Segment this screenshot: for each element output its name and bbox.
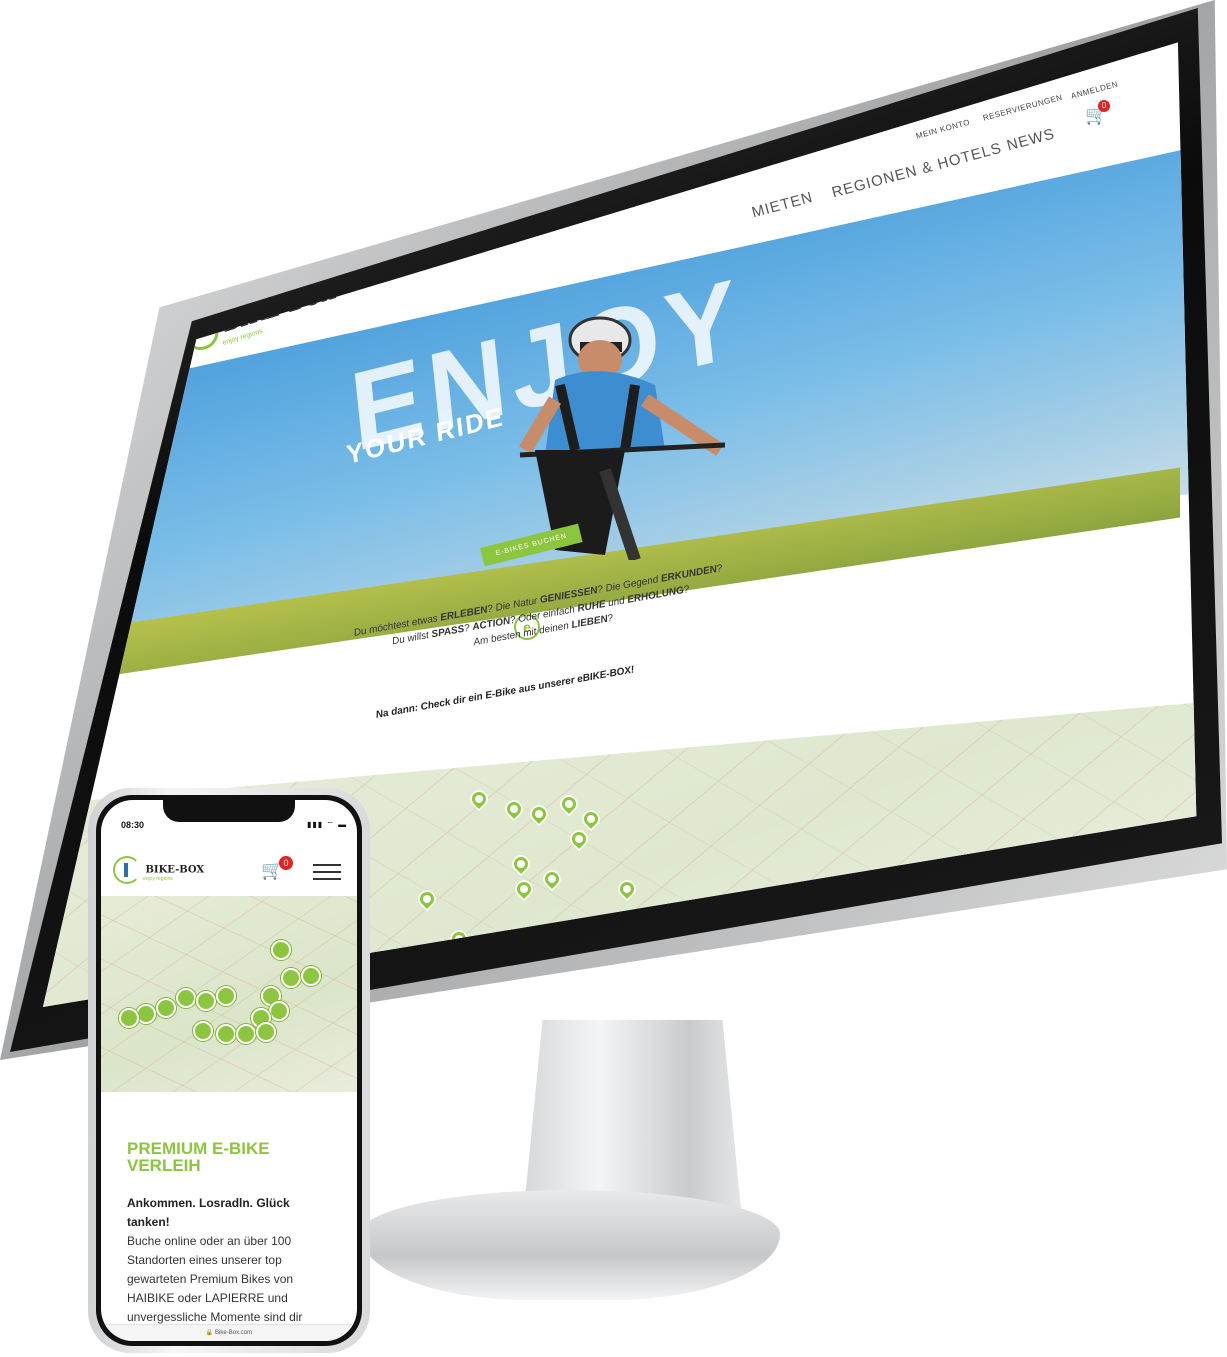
phone-notch [163,800,295,822]
nav-mein-konto[interactable]: MEIN KONTO [915,118,971,141]
phone-logo-tagline: enjoy regions [143,876,173,882]
map-pin-icon[interactable] [301,966,321,986]
nav-news[interactable]: NEWS [1005,125,1057,154]
map-pin-icon[interactable] [271,940,291,960]
phone-bezel: 08:30 ▮▮▮ ⌔ ▬ BIKE-BOX enjoy regions 🛒 0 [96,795,362,1346]
map-pin-icon[interactable] [281,968,301,988]
browser-url-bar[interactable]: 🔒 Bike-Box.com [101,1324,357,1341]
nav-mieten[interactable]: MIETEN [750,189,815,222]
map-pin-icon[interactable] [269,1001,289,1021]
phone-section-title: PREMIUM E-BIKE VERLEIH [127,1139,270,1175]
phone-site-logo[interactable]: BIKE-BOX enjoy regions [113,856,204,884]
nav-anmelden[interactable]: ANMELDEN [1070,79,1119,100]
status-time: 08:30 [121,820,145,830]
phone-body-text: Buche online oder an über 100 Standorten… [127,1234,303,1332]
map-pin-icon[interactable] [256,1022,276,1042]
phone-cart-badge: 0 [279,856,293,870]
monitor-stand-foot [360,1190,780,1300]
map-pin-icon[interactable] [236,1024,256,1044]
status-icons: ▮▮▮ ⌔ ▬ [307,820,348,829]
map-pin-icon[interactable] [136,1004,156,1024]
phone-device: 08:30 ▮▮▮ ⌔ ▬ BIKE-BOX enjoy regions 🛒 0 [88,788,370,1353]
phone-screen: 08:30 ▮▮▮ ⌔ ▬ BIKE-BOX enjoy regions 🛒 0 [101,800,357,1341]
map-pin-icon[interactable] [176,988,196,1008]
phone-logo-text: BIKE-BOX [145,864,205,876]
map-pin-icon[interactable] [119,1008,139,1028]
map-pin-icon[interactable] [156,998,176,1018]
browser-url: 🔒 Bike-Box.com [205,1330,253,1336]
map-pin-icon[interactable] [193,1021,213,1041]
map-pin-icon[interactable] [196,991,216,1011]
cart-badge: 0 [1098,100,1110,112]
nav-regionen-hotels[interactable]: REGIONEN & HOTELS [830,140,1004,202]
logo-ring-icon [113,856,141,884]
hamburger-icon[interactable] [313,864,341,882]
phone-location-map[interactable] [101,896,357,1092]
rider-image [518,316,725,560]
phone-lead-text: Ankommen. Losradln. Glück tanken! [127,1196,290,1229]
intro-cta-line: Na dann: Check dir ein E-Bike aus unsere… [375,664,636,721]
map-pin-icon[interactable] [216,986,236,1006]
map-pin-icon[interactable] [216,1024,236,1044]
